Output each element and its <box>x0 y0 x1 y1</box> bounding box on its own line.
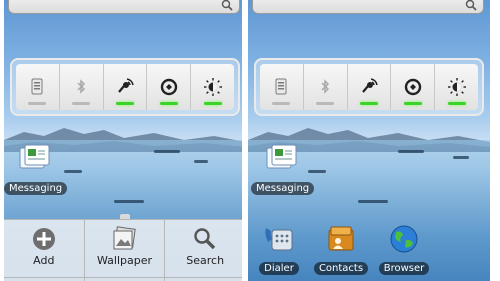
gps-icon <box>118 78 134 93</box>
gps-indicator <box>115 102 134 105</box>
menu-item-add[interactable]: Add <box>4 220 85 281</box>
search-icon[interactable] <box>465 0 477 11</box>
rock <box>453 156 469 159</box>
menu-item-wallpaper[interactable]: Wallpaper <box>85 220 166 281</box>
menu-second-row <box>4 277 246 281</box>
gps-toggle[interactable] <box>348 64 392 110</box>
rock <box>154 150 180 153</box>
rock <box>64 170 82 173</box>
messaging-shortcut[interactable]: Messaging <box>251 142 315 195</box>
google-search-bar[interactable] <box>252 0 484 14</box>
wifi-icon <box>275 78 287 95</box>
rock <box>398 150 424 153</box>
search-icon[interactable] <box>221 0 233 11</box>
brightness-indicator <box>203 102 222 105</box>
sync-indicator <box>403 102 422 105</box>
power-control-widget <box>10 58 240 116</box>
wifi-icon <box>31 78 43 95</box>
home-screen-right: Messaging Dialer Contacts Browser <box>248 0 490 281</box>
messaging-label: Messaging <box>4 182 68 195</box>
menu-item-search[interactable]: Search <box>165 220 246 281</box>
search-icon <box>194 228 216 250</box>
menu-label-wallpaper: Wallpaper <box>96 254 152 267</box>
bluetooth-indicator <box>72 102 91 105</box>
gps-icon <box>362 78 378 93</box>
wallpaper-icon <box>113 226 137 250</box>
bluetooth-icon <box>77 79 86 94</box>
wifi-indicator <box>28 102 47 105</box>
screenshot-comparison: Messaging Add Wallpaper Search Messaging… <box>0 0 500 281</box>
rock <box>114 200 144 203</box>
contacts-shortcut[interactable]: Contacts <box>311 222 371 275</box>
home-screen-left: Messaging Add Wallpaper Search <box>4 0 246 281</box>
bluetooth-toggle[interactable] <box>60 64 104 110</box>
brightness-toggle[interactable] <box>435 64 478 110</box>
rock <box>194 160 208 163</box>
sync-icon <box>160 78 177 96</box>
sync-toggle[interactable] <box>147 64 192 110</box>
sync-icon <box>404 78 421 96</box>
brightness-indicator <box>447 102 466 105</box>
menu-label-search: Search <box>186 254 225 267</box>
brightness-icon <box>203 78 222 96</box>
gps-toggle[interactable] <box>104 64 148 110</box>
browser-label: Browser <box>378 262 430 275</box>
messaging-icon <box>19 144 50 169</box>
messaging-shortcut[interactable]: Messaging <box>4 142 68 195</box>
add-icon <box>32 228 55 250</box>
messaging-icon <box>266 144 297 169</box>
bluetooth-toggle[interactable] <box>304 64 348 110</box>
messaging-label: Messaging <box>251 182 315 195</box>
options-menu: Add Wallpaper Search <box>4 219 246 281</box>
browser-shortcut[interactable]: Browser <box>374 222 434 275</box>
dialer-shortcut[interactable]: Dialer <box>249 222 309 275</box>
dialer-label: Dialer <box>259 262 299 275</box>
bluetooth-indicator <box>316 102 335 105</box>
wifi-toggle[interactable] <box>16 64 60 110</box>
power-control-widget <box>254 58 484 116</box>
google-search-bar[interactable] <box>8 0 240 14</box>
gps-indicator <box>359 102 378 105</box>
brightness-toggle[interactable] <box>191 64 234 110</box>
dialer-icon <box>265 228 293 251</box>
contacts-label: Contacts <box>313 262 369 275</box>
sync-indicator <box>159 102 178 105</box>
menu-label-add: Add <box>33 254 55 267</box>
rock <box>358 200 388 203</box>
browser-icon <box>390 225 418 253</box>
bluetooth-icon <box>321 79 330 94</box>
sync-toggle[interactable] <box>391 64 436 110</box>
wifi-indicator <box>272 102 291 105</box>
wifi-toggle[interactable] <box>260 64 304 110</box>
brightness-icon <box>447 78 466 96</box>
contacts-icon <box>328 226 354 251</box>
